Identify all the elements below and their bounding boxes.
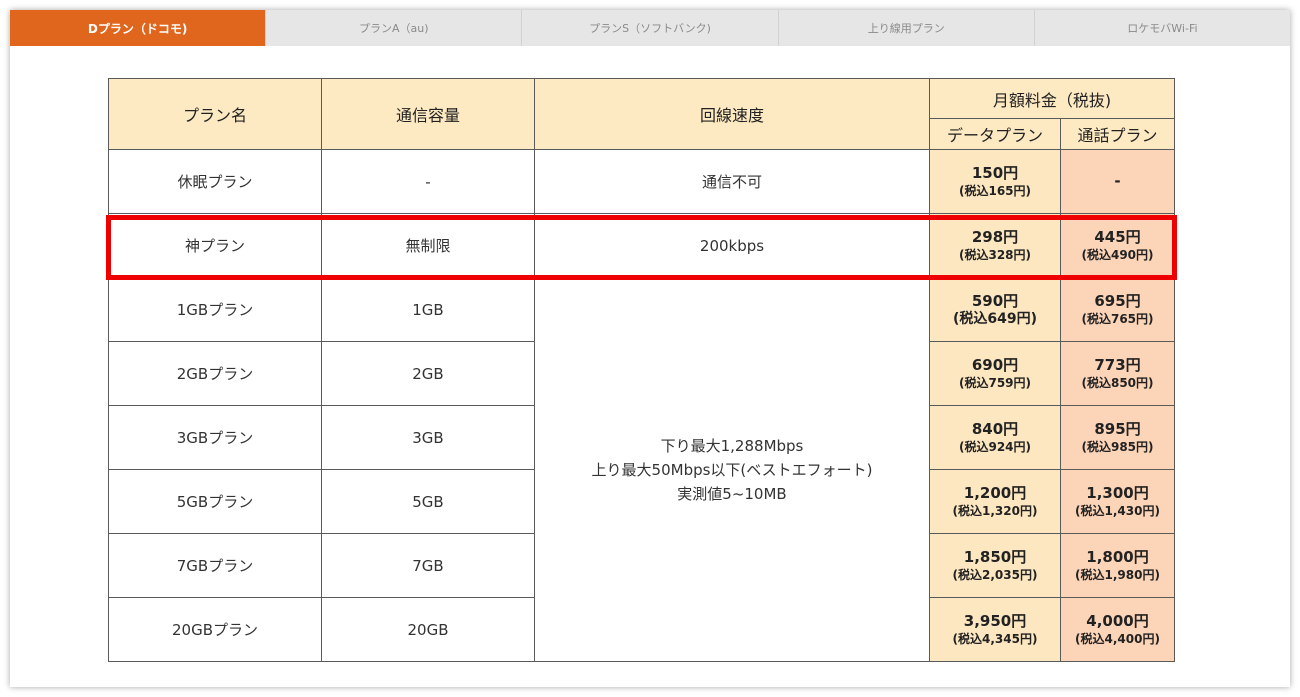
tab-d-plan-docomo[interactable]: Dプラン（ドコモ) — [10, 10, 266, 46]
header-data-plan: データプラン — [929, 118, 1061, 150]
data-price: 840円 — [971, 419, 1019, 438]
header-call-plan: 通話プラン — [1060, 118, 1175, 150]
call-price: 1,300円 — [1086, 483, 1149, 502]
call-price-tax: (税込1,430円) — [1075, 503, 1160, 518]
call-price: 1,800円 — [1086, 547, 1149, 566]
tab-locamobi-wifi[interactable]: ロケモバWi-Fi — [1033, 10, 1291, 46]
tab-plan-a-au[interactable]: プランA（au) — [265, 10, 522, 46]
call-price-tax: (税込4,400円) — [1075, 631, 1160, 646]
data-price-cell: 1,850円 (税込2,035円) — [929, 533, 1061, 598]
capacity-cell: 2GB — [321, 341, 535, 406]
data-price: 1,850円 — [963, 547, 1027, 566]
call-price-cell: 773円 (税込850円) — [1060, 341, 1175, 406]
call-price-cell: 4,000円 (税込4,400円) — [1060, 597, 1175, 662]
data-price-tax: (税込1,320円) — [952, 503, 1038, 518]
capacity-cell: 20GB — [321, 597, 535, 662]
data-price-cell: 298円 (税込328円) — [929, 213, 1061, 278]
plan-name-cell: 3GBプラン — [108, 405, 322, 470]
capacity-cell: 5GB — [321, 469, 535, 534]
call-price-cell: 1,300円 (税込1,430円) — [1060, 469, 1175, 534]
data-price-tax: (税込759円) — [958, 375, 1032, 390]
plan-price-table: プラン名 通信容量 回線速度 月額料金（税抜) データプラン 通話プラン 休眠プ… — [108, 78, 1175, 662]
data-price: 1,200円 — [963, 483, 1027, 502]
measured-speed: 実測値5~10MB — [677, 484, 787, 503]
tab-upload-plan[interactable]: 上り線用プラン — [777, 10, 1034, 46]
header-monthly-fee: 月額料金（税抜) — [929, 78, 1175, 119]
data-price-cell: 150円 (税込165円) — [929, 149, 1061, 214]
data-price-tax: (税込924円) — [958, 439, 1032, 454]
header-capacity: 通信容量 — [321, 78, 535, 150]
data-price: 690円 — [971, 355, 1019, 374]
data-price-cell: 690円 (税込759円) — [929, 341, 1061, 406]
data-price-tax: (税込4,345円) — [952, 631, 1038, 646]
call-price: - — [1114, 172, 1121, 190]
upload-speed: 上り最大50Mbps以下(ベストエフォート) — [591, 460, 873, 479]
data-price-tax: (税込2,035円) — [952, 567, 1038, 582]
capacity-cell: 1GB — [321, 277, 535, 342]
data-price-tax: (税込649円) — [952, 310, 1038, 327]
download-speed: 下り最大1,288Mbps — [660, 436, 804, 455]
data-price: 590円 — [971, 291, 1019, 310]
table-row: 1GBプラン 1GB 下り最大1,288Mbps 上り最大50Mbps以下(ベス… — [108, 277, 1175, 662]
capacity-cell: 7GB — [321, 533, 535, 598]
call-price: 695円 — [1094, 291, 1141, 310]
capacity-cell: 3GB — [321, 405, 535, 470]
plan-tabs: Dプラン（ドコモ) プランA（au) プランS（ソフトバンク) 上り線用プラン … — [10, 10, 1291, 46]
data-price-cell: 840円 (税込924円) — [929, 405, 1061, 470]
plan-name-cell: 5GBプラン — [108, 469, 322, 534]
tab-plan-s-softbank[interactable]: プランS（ソフトバンク) — [521, 10, 778, 46]
call-price-tax: (税込765円) — [1081, 311, 1154, 326]
call-price: 895円 — [1094, 419, 1141, 438]
call-price-tax: (税込850円) — [1081, 375, 1154, 390]
speed-cell: 200kbps — [534, 213, 930, 278]
call-price: 445円 — [1094, 227, 1141, 246]
data-price: 3,950円 — [963, 611, 1027, 630]
header-plan-name: プラン名 — [108, 78, 322, 150]
table-row: 休眠プラン - 通信不可 150円 (税込165円) - — [108, 149, 1175, 214]
data-price-tax: (税込328円) — [958, 247, 1032, 262]
call-price-tax: (税込490円) — [1081, 247, 1154, 262]
header-speed: 回線速度 — [534, 78, 930, 150]
plan-name-cell: 2GBプラン — [108, 341, 322, 406]
plan-name-cell: 1GBプラン — [108, 277, 322, 342]
call-price: 773円 — [1094, 355, 1141, 374]
call-price-tax: (税込985円) — [1081, 439, 1154, 454]
call-price: 4,000円 — [1086, 611, 1149, 630]
plan-name-cell: 神プラン — [108, 213, 322, 278]
speed-cell: 通信不可 — [534, 149, 930, 214]
data-price: 150円 — [971, 163, 1019, 182]
capacity-cell: 無制限 — [321, 213, 535, 278]
call-price-cell: 445円 (税込490円) — [1060, 213, 1175, 278]
data-price-cell: 590円 (税込649円) — [929, 277, 1061, 342]
data-price: 298円 — [971, 227, 1019, 246]
plan-name-cell: 7GBプラン — [108, 533, 322, 598]
data-price-cell: 3,950円 (税込4,345円) — [929, 597, 1061, 662]
table-header-row: プラン名 通信容量 回線速度 月額料金（税抜) — [108, 78, 1175, 150]
call-price-cell: - — [1060, 149, 1175, 214]
shared-speed-cell: 下り最大1,288Mbps 上り最大50Mbps以下(ベストエフォート) 実測値… — [534, 277, 930, 662]
call-price-tax: (税込1,980円) — [1075, 567, 1160, 582]
call-price-cell: 1,800円 (税込1,980円) — [1060, 533, 1175, 598]
call-price-cell: 895円 (税込985円) — [1060, 405, 1175, 470]
data-price-cell: 1,200円 (税込1,320円) — [929, 469, 1061, 534]
plan-name-cell: 休眠プラン — [108, 149, 322, 214]
table-row: 神プラン 無制限 200kbps 298円 (税込328円) 445円 (税込4… — [108, 213, 1175, 278]
capacity-cell: - — [321, 149, 535, 214]
data-price-tax: (税込165円) — [958, 183, 1032, 198]
call-price-cell: 695円 (税込765円) — [1060, 277, 1175, 342]
plan-name-cell: 20GBプラン — [108, 597, 322, 662]
